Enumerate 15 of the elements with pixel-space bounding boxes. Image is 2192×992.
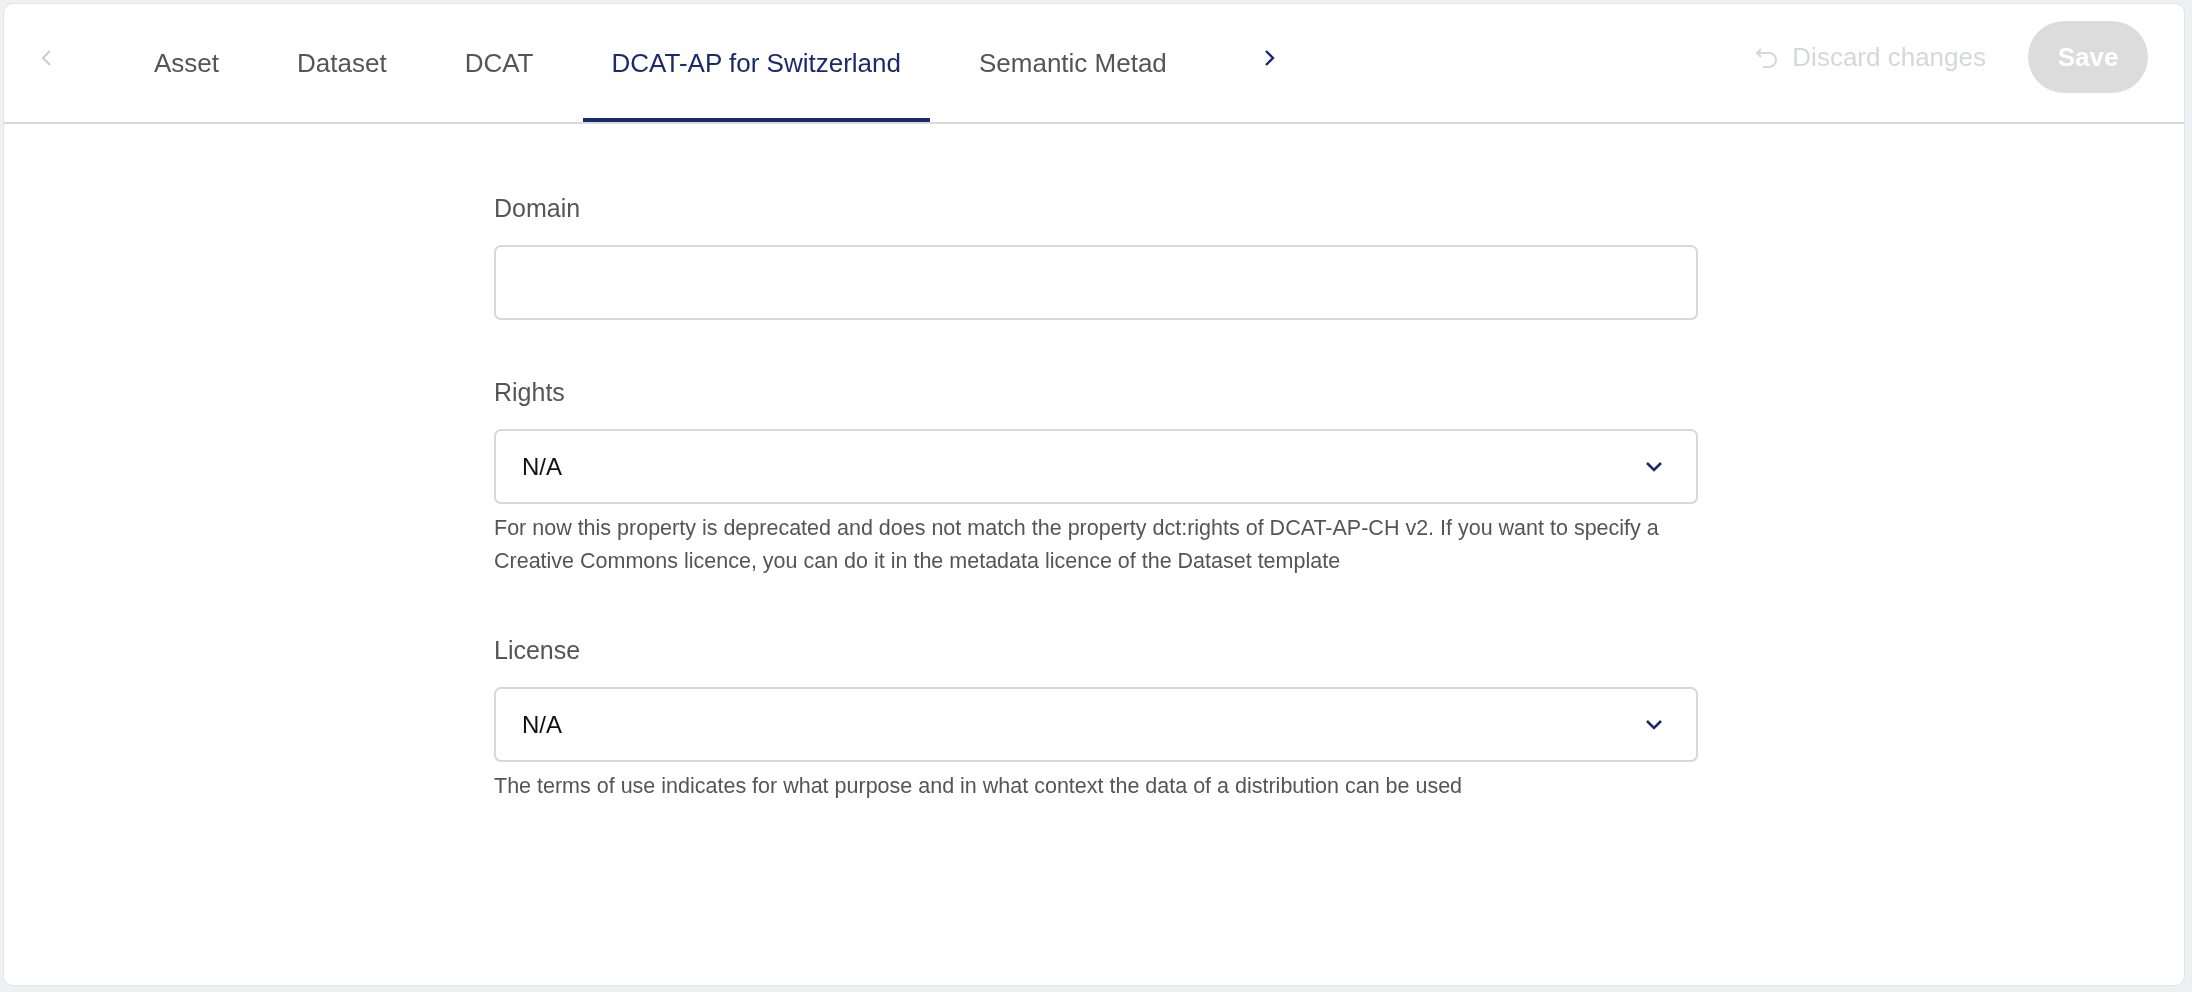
field-label: License	[494, 636, 582, 665]
field-label: Rights	[494, 378, 566, 407]
tab[interactable]: DCAT-AP for Switzerland	[582, 4, 930, 122]
help-text: For now this property is deprecated and does not match the property dct:rights of DCAT-AP-CH v2. If you want to specify a Creative Commons licence, you can do it in the metadata licence of the Dataset template	[494, 515, 1660, 575]
tab[interactable]: Asset	[125, 4, 249, 122]
select-field[interactable]: N/A	[494, 429, 1698, 504]
tab[interactable]: Dataset	[268, 4, 416, 122]
tab[interactable]: Semantic Metad	[949, 4, 1196, 122]
help-text: The terms of use indicates for what purpose and in what context the data of a distribution can be used	[494, 773, 1464, 800]
tab[interactable]: DCAT	[435, 4, 563, 122]
select-field[interactable]: N/A	[494, 687, 1698, 762]
chevron-down-icon	[1644, 717, 1664, 732]
input-field[interactable]	[494, 245, 1698, 320]
chevron-down-icon	[1644, 459, 1664, 474]
field-label: Domain	[494, 194, 582, 223]
